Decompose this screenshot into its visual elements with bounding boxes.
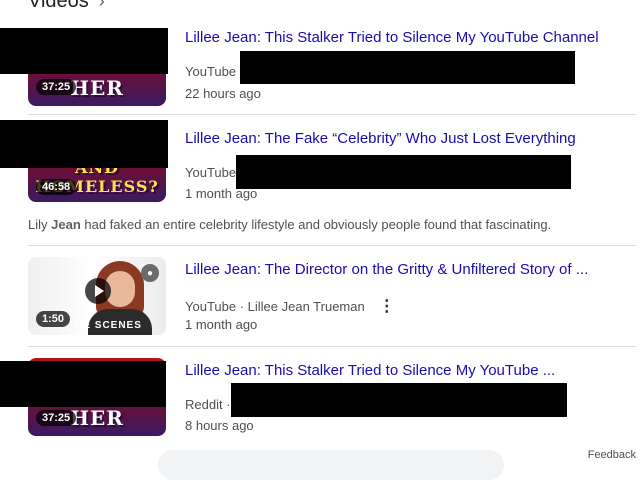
divider: [28, 346, 636, 347]
video-snippet: Lily Jean had faked an entire celebrity …: [28, 217, 551, 232]
video-source: YouTube · Lillee Jean Trueman: [185, 299, 365, 314]
divider: [28, 245, 636, 246]
video-title-link[interactable]: Lillee Jean: This Stalker Tried to Silen…: [185, 362, 555, 379]
video-time: 8 hours ago: [185, 418, 254, 433]
video-source: YouTube: [185, 165, 237, 180]
video-time: 1 month ago: [185, 186, 258, 201]
play-icon[interactable]: [85, 278, 111, 304]
video-title-link[interactable]: Lillee Jean: The Fake “Celebrity” Who Ju…: [185, 130, 576, 147]
section-header[interactable]: Videos ›: [28, 0, 105, 13]
more-videos-button[interactable]: [158, 450, 504, 480]
duration-badge: 46:58: [36, 179, 77, 195]
feedback-link[interactable]: Feedback: [588, 449, 636, 461]
redaction-block: [231, 383, 567, 417]
video-title-link[interactable]: Lillee Jean: The Director on the Gritty …: [185, 261, 588, 278]
chevron-right-icon: ›: [98, 0, 105, 11]
snippet-text-end: had faked an entire celebrity lifestyle …: [80, 217, 552, 232]
thumbnail-caption: THE SCENES: [68, 320, 142, 331]
snippet-text-start: Lily: [28, 217, 52, 232]
duration-badge: 37:25: [36, 79, 77, 95]
redaction-block: [236, 155, 571, 189]
video-time: 22 hours ago: [185, 86, 261, 101]
video-source: YouTube: [185, 64, 237, 79]
redaction-block: [0, 28, 168, 74]
video-title-link[interactable]: Lillee Jean: This Stalker Tried to Silen…: [185, 29, 599, 46]
video-source-row: YouTube · Lillee Jean Trueman ⋮: [185, 296, 395, 316]
redaction-block: [240, 51, 575, 84]
redaction-block: [0, 120, 168, 168]
video-source: Reddit ·: [185, 397, 231, 412]
divider: [28, 114, 636, 115]
video-time: 1 month ago: [185, 317, 258, 332]
duration-badge: 1:50: [36, 311, 71, 327]
duration-badge: 37:25: [36, 410, 77, 426]
redaction-block: [0, 361, 166, 407]
snippet-highlight: Jean: [51, 217, 81, 232]
microphone-icon: ●: [141, 264, 159, 282]
section-title: Videos: [28, 0, 89, 12]
more-options-icon[interactable]: ⋮: [379, 298, 395, 315]
